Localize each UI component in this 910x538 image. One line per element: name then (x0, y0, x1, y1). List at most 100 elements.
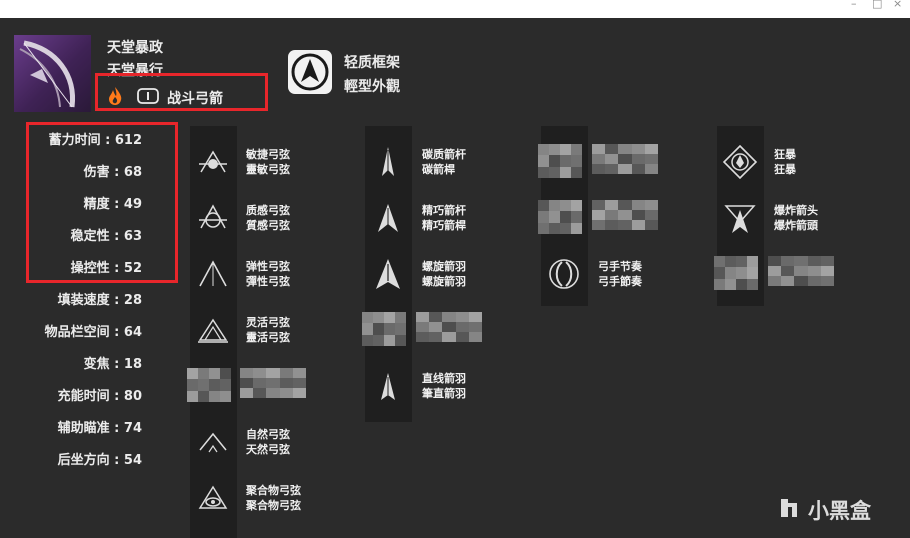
perk-names: 爆炸箭头 爆炸箭頭 (774, 203, 818, 233)
perk-arrow-straight[interactable]: 直线箭羽 筆直箭羽 (370, 368, 466, 404)
stat-row: 精度 : 49 (84, 193, 142, 212)
stat-separator: : (109, 197, 124, 212)
perk-name-traditional: 彈性弓弦 (246, 275, 290, 288)
window-titlebar: – □ × (0, 0, 910, 18)
stat-row: 辅助瞄准 : 74 (58, 417, 142, 436)
stat-value: 74 (123, 421, 142, 436)
stat-label: 物品栏空间 (44, 325, 110, 340)
string-textured-icon (195, 200, 231, 236)
stat-value: 68 (123, 165, 142, 180)
perk-name-simplified: 敏捷弓弦 (246, 148, 290, 161)
stat-separator: : (109, 421, 124, 436)
perk-arrow-carbon[interactable]: 碳质箭杆 碳箭桿 (370, 144, 466, 180)
string-elastic-icon (195, 256, 231, 292)
stat-separator: : (109, 389, 124, 404)
stat-value: 80 (123, 389, 142, 404)
string-agile-icon (195, 144, 231, 180)
string-natural-icon (195, 424, 231, 460)
stat-value: 52 (123, 261, 142, 276)
stat-label: 精度 (83, 197, 110, 212)
perk-name-simplified: 质感弓弦 (246, 204, 290, 217)
perk-name-simplified: 自然弓弦 (246, 428, 290, 441)
perk-string-polymer[interactable]: 聚合物弓弦 聚合物弓弦 (195, 480, 301, 516)
stat-label: 充能时间 (57, 389, 110, 404)
censored-perk (240, 368, 306, 398)
censored-perk (592, 144, 658, 174)
perk-name-traditional: 靈活弓弦 (246, 331, 290, 344)
perk-name-traditional: 弓手節奏 (598, 275, 642, 288)
perk-name-traditional: 天然弓弦 (246, 443, 290, 456)
frame-name-simplified: 轻质框架 (344, 55, 400, 71)
stat-separator: : (109, 229, 124, 244)
perk-names: 灵活弓弦 靈活弓弦 (246, 315, 290, 345)
stat-label: 辅助瞄准 (57, 421, 110, 436)
archers-tempo-icon (546, 256, 582, 292)
censored-perk (714, 256, 758, 290)
stat-value: 18 (123, 357, 142, 372)
perk-names: 自然弓弦 天然弓弦 (246, 427, 290, 457)
censored-perk (416, 312, 482, 342)
stat-separator: : (109, 453, 124, 468)
perk-names: 碳质箭杆 碳箭桿 (422, 147, 466, 177)
minimize-button[interactable]: – (851, 0, 857, 10)
perk-names: 螺旋箭羽 螺旋箭羽 (422, 259, 466, 289)
censored-perk (362, 312, 406, 346)
perk-name-simplified: 弓手节奏 (598, 260, 642, 273)
stat-label: 变焦 (83, 357, 110, 372)
perk-arrow-helical[interactable]: 螺旋箭羽 螺旋箭羽 (370, 256, 466, 292)
stat-value: 54 (123, 453, 142, 468)
perk-name-traditional: 質感弓弦 (246, 219, 290, 232)
perk-name-traditional: 聚合物弓弦 (246, 499, 301, 512)
perk-string-agile[interactable]: 敏捷弓弦 靈敏弓弦 (195, 144, 290, 180)
perk-name-traditional: 螺旋箭羽 (422, 275, 466, 288)
perk-name-traditional: 狂暴 (774, 163, 796, 176)
stat-value: 49 (123, 197, 142, 212)
perk-name-traditional: 爆炸箭頭 (774, 219, 818, 232)
perk-string-natural[interactable]: 自然弓弦 天然弓弦 (195, 424, 290, 460)
stat-separator: : (109, 325, 124, 340)
arrow-carbon-icon (370, 144, 406, 180)
stat-row: 稳定性 : 63 (71, 225, 142, 244)
perk-string-textured[interactable]: 质感弓弦 質感弓弦 (195, 200, 290, 236)
perk-name-traditional: 靈敏弓弦 (246, 163, 290, 176)
perk-names: 聚合物弓弦 聚合物弓弦 (246, 483, 301, 513)
maximize-button[interactable]: □ (872, 0, 882, 10)
close-button[interactable]: × (893, 0, 902, 10)
stat-separator: : (100, 133, 115, 148)
stat-value: 63 (123, 229, 142, 244)
rampage-icon (722, 144, 758, 180)
stat-value: 612 (114, 133, 142, 148)
stat-row: 充能时间 : 80 (58, 385, 142, 404)
perk-arrow-compact[interactable]: 精巧箭杆 精巧箭桿 (370, 200, 466, 236)
perk-names: 敏捷弓弦 靈敏弓弦 (246, 147, 290, 177)
censored-perk (187, 368, 231, 402)
arrow-straight-icon (370, 368, 406, 404)
stat-separator: : (109, 293, 124, 308)
explosive-head-icon (722, 200, 758, 236)
stat-label: 填装速度 (57, 293, 110, 308)
string-flexible-icon (195, 312, 231, 348)
perk-name-traditional: 筆直箭羽 (422, 387, 466, 400)
perk-names: 精巧箭杆 精巧箭桿 (422, 203, 466, 233)
watermark: 小黑盒 (776, 495, 871, 525)
perk-archers-tempo[interactable]: 弓手节奏 弓手節奏 (546, 256, 642, 292)
stat-label: 操控性 (70, 261, 110, 276)
stat-value: 28 (123, 293, 142, 308)
perk-names: 质感弓弦 質感弓弦 (246, 203, 290, 233)
perk-name-simplified: 聚合物弓弦 (246, 484, 301, 497)
perk-name-traditional: 碳箭桿 (422, 163, 455, 176)
stat-label: 伤害 (83, 165, 110, 180)
perk-explosive-head[interactable]: 爆炸箭头 爆炸箭頭 (722, 200, 818, 236)
perk-name-simplified: 狂暴 (774, 148, 796, 161)
stat-label: 后坐方向 (57, 453, 110, 468)
perk-rampage[interactable]: 狂暴 狂暴 (722, 144, 796, 180)
stat-label: 稳定性 (70, 229, 110, 244)
censored-perk (538, 200, 582, 234)
perk-name-simplified: 直线箭羽 (422, 372, 466, 385)
perk-string-elastic[interactable]: 弹性弓弦 彈性弓弦 (195, 256, 290, 292)
stat-separator: : (109, 261, 124, 276)
frame-name-traditional: 輕型外觀 (344, 79, 400, 95)
perk-string-flexible[interactable]: 灵活弓弦 靈活弓弦 (195, 312, 290, 348)
perk-names: 狂暴 狂暴 (774, 147, 796, 177)
perk-names: 弹性弓弦 彈性弓弦 (246, 259, 290, 289)
